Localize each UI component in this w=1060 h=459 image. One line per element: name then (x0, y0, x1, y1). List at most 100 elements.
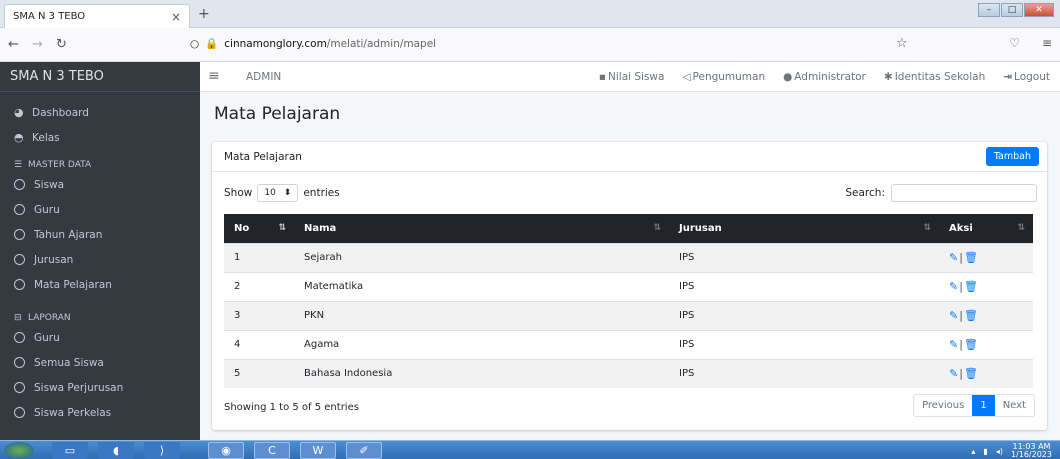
nav-label: Identitas Sekolah (894, 71, 986, 83)
trash-icon[interactable]: 🗑 (964, 280, 978, 293)
pagination: Previous 1 Next (913, 394, 1035, 417)
top-navbar: ≡ ADMIN ▪ Nilai Siswa ◁ Pengumuman ● Admini… (200, 62, 1060, 92)
main-content: Mata Pelajaran Mata Pelajaran Tambah Sho… (200, 92, 1060, 440)
browser-tab-bar: SMA N 3 TEBO × + – □ ✕ (0, 0, 1060, 28)
paint-icon[interactable]: ✐ (346, 442, 382, 459)
cell-jurusan: IPS (669, 242, 939, 272)
cell-nama: Sejarah (294, 242, 669, 272)
select-arrow-icon: ⬍ (283, 188, 292, 198)
column-header-no[interactable]: No ⇅ (224, 214, 294, 243)
trash-icon[interactable]: 🗑 (964, 251, 978, 264)
gear-icon: ✱ (883, 71, 893, 83)
hamburger-menu-icon[interactable]: ≡ (208, 68, 220, 84)
column-header-jurusan[interactable]: Jurusan ⇅ (669, 214, 939, 243)
column-header-nama[interactable]: Nama ⇅ (294, 214, 669, 243)
sidebar-item-label: Semua Siswa (34, 356, 104, 369)
circle-icon (14, 254, 25, 265)
cell-aksi: ✎|🗑 (939, 271, 1033, 301)
cell-nama: PKN (294, 300, 669, 330)
tambah-button[interactable]: Tambah (985, 147, 1039, 166)
table-row: 5 Bahasa Indonesia IPS ✎|🗑 (224, 358, 1033, 388)
entries-select[interactable]: 10 ⬍ (257, 184, 299, 202)
forward-icon[interactable]: → (32, 37, 43, 52)
cell-no: 5 (224, 358, 294, 388)
sidebar-item-siswa-perkelas[interactable]: Siswa Perkelas (0, 400, 200, 425)
minimize-button[interactable]: – (978, 3, 1000, 17)
trash-icon[interactable]: 🗑 (964, 367, 978, 380)
sidebar-item-kelas[interactable]: ◓ Kelas (0, 125, 200, 150)
search-input[interactable] (891, 184, 1037, 202)
nav-logout[interactable]: ⇥ Logout (1003, 71, 1050, 83)
firefox-icon[interactable]: ◉ (208, 442, 244, 459)
sidebar-item-dashboard[interactable]: ◕ Dashboard (0, 100, 200, 125)
sidebar-item-siswa[interactable]: Siswa (0, 172, 200, 197)
url-path: /melati/admin/mapel (326, 37, 437, 50)
app-icon[interactable]: ◖ (98, 442, 134, 459)
column-label: Jurusan (679, 222, 722, 234)
window-close-button[interactable]: ✕ (1024, 3, 1054, 17)
sidebar-item-mata-pelajaran[interactable]: Mata Pelajaran (0, 272, 200, 297)
address-bar[interactable]: ○ 🔒 cinnamonglory.com/melati/admin/mapel (190, 37, 437, 51)
network-icon[interactable]: ▮ (983, 447, 987, 456)
address-toolbar: ← → ↻ ○ 🔒 cinnamonglory.com/melati/admin… (0, 28, 1060, 62)
dashboard-icon: ◕ (14, 106, 24, 119)
clock[interactable]: 11:03 AM 1/16/2023 (1011, 443, 1052, 459)
new-tab-button[interactable]: + (198, 6, 210, 22)
sidebar-item-jurusan[interactable]: Jurusan (0, 247, 200, 272)
sidebar-item-semua-siswa[interactable]: Semua Siswa (0, 350, 200, 375)
column-header-aksi[interactable]: Aksi ⇅ (939, 214, 1033, 243)
table-info: Showing 1 to 5 of 5 entries (224, 402, 359, 413)
maximize-button[interactable]: □ (1001, 3, 1023, 17)
nav-administrator[interactable]: ● Administrator (783, 71, 866, 83)
nav-nilai-siswa[interactable]: ▪ Nilai Siswa (599, 71, 665, 83)
sidebar: SMA N 3 TEBO ◕ Dashboard ◓ Kelas ☰ MASTE… (0, 62, 200, 440)
window-controls: – □ ✕ (978, 3, 1054, 17)
circle-icon (14, 229, 25, 240)
clock-date: 1/16/2023 (1010, 450, 1052, 459)
sidebar-item-label: Guru (34, 331, 60, 344)
tab-close-button[interactable]: × (171, 10, 181, 24)
cell-jurusan: IPS (669, 300, 939, 330)
tray-arrow-icon[interactable]: ▴ (971, 447, 975, 456)
shield-icon: ○ (190, 37, 200, 50)
browser-tab[interactable]: SMA N 3 TEBO × (4, 4, 190, 28)
sidebar-item-label: Tahun Ajaran (34, 228, 103, 241)
edit-icon[interactable]: ✎ (949, 309, 958, 322)
edit-icon[interactable]: ✎ (949, 338, 958, 351)
column-label: No (234, 222, 250, 234)
bookmark-star-icon[interactable]: ☆ (896, 36, 908, 51)
menu-icon[interactable]: ≡ (1042, 36, 1052, 50)
brand-title[interactable]: SMA N 3 TEBO (0, 62, 200, 92)
cell-nama: Bahasa Indonesia (294, 358, 669, 388)
start-button-icon[interactable] (4, 442, 34, 459)
edit-icon[interactable]: ✎ (949, 280, 958, 293)
sidebar-item-siswa-perjurusan[interactable]: Siswa Perjurusan (0, 375, 200, 400)
nav-identitas-sekolah[interactable]: ✱ Identitas Sekolah (884, 71, 985, 83)
word-icon[interactable]: W (300, 442, 336, 459)
edit-icon[interactable]: ✎ (949, 367, 958, 380)
cell-no: 2 (224, 271, 294, 301)
sidebar-item-guru[interactable]: Guru (0, 197, 200, 222)
reload-icon[interactable]: ↻ (56, 37, 67, 52)
sidebar-item-laporan-guru[interactable]: Guru (0, 325, 200, 350)
pagination-next[interactable]: Next (995, 395, 1034, 416)
show-label: Show (224, 187, 253, 199)
app-c-icon[interactable]: C (254, 442, 290, 459)
back-icon[interactable]: ← (8, 37, 19, 52)
trash-icon[interactable]: 🗑 (964, 309, 978, 322)
tab-title: SMA N 3 TEBO (13, 11, 86, 22)
trash-icon[interactable]: 🗑 (964, 338, 978, 351)
volume-icon[interactable]: ◂) (996, 447, 1003, 456)
explorer-icon[interactable]: ▭ (52, 442, 88, 459)
pagination-page[interactable]: 1 (972, 395, 995, 416)
nav-pengumuman[interactable]: ◁ Pengumuman (682, 71, 765, 83)
system-tray: ▴ ▮ ◂) 11:03 AM 1/16/2023 (971, 443, 1052, 459)
sidebar-item-tahun-ajaran[interactable]: Tahun Ajaran (0, 222, 200, 247)
pagination-previous[interactable]: Previous (914, 395, 972, 416)
pocket-icon[interactable]: ♡ (1009, 36, 1020, 50)
sort-icon: ⇅ (278, 223, 286, 233)
edit-icon[interactable]: ✎ (949, 251, 958, 264)
sidebar-header-laporan: ⊟ LAPORAN (0, 303, 200, 325)
vscode-icon[interactable]: ⟩ (144, 442, 180, 459)
admin-link[interactable]: ADMIN (246, 71, 281, 83)
